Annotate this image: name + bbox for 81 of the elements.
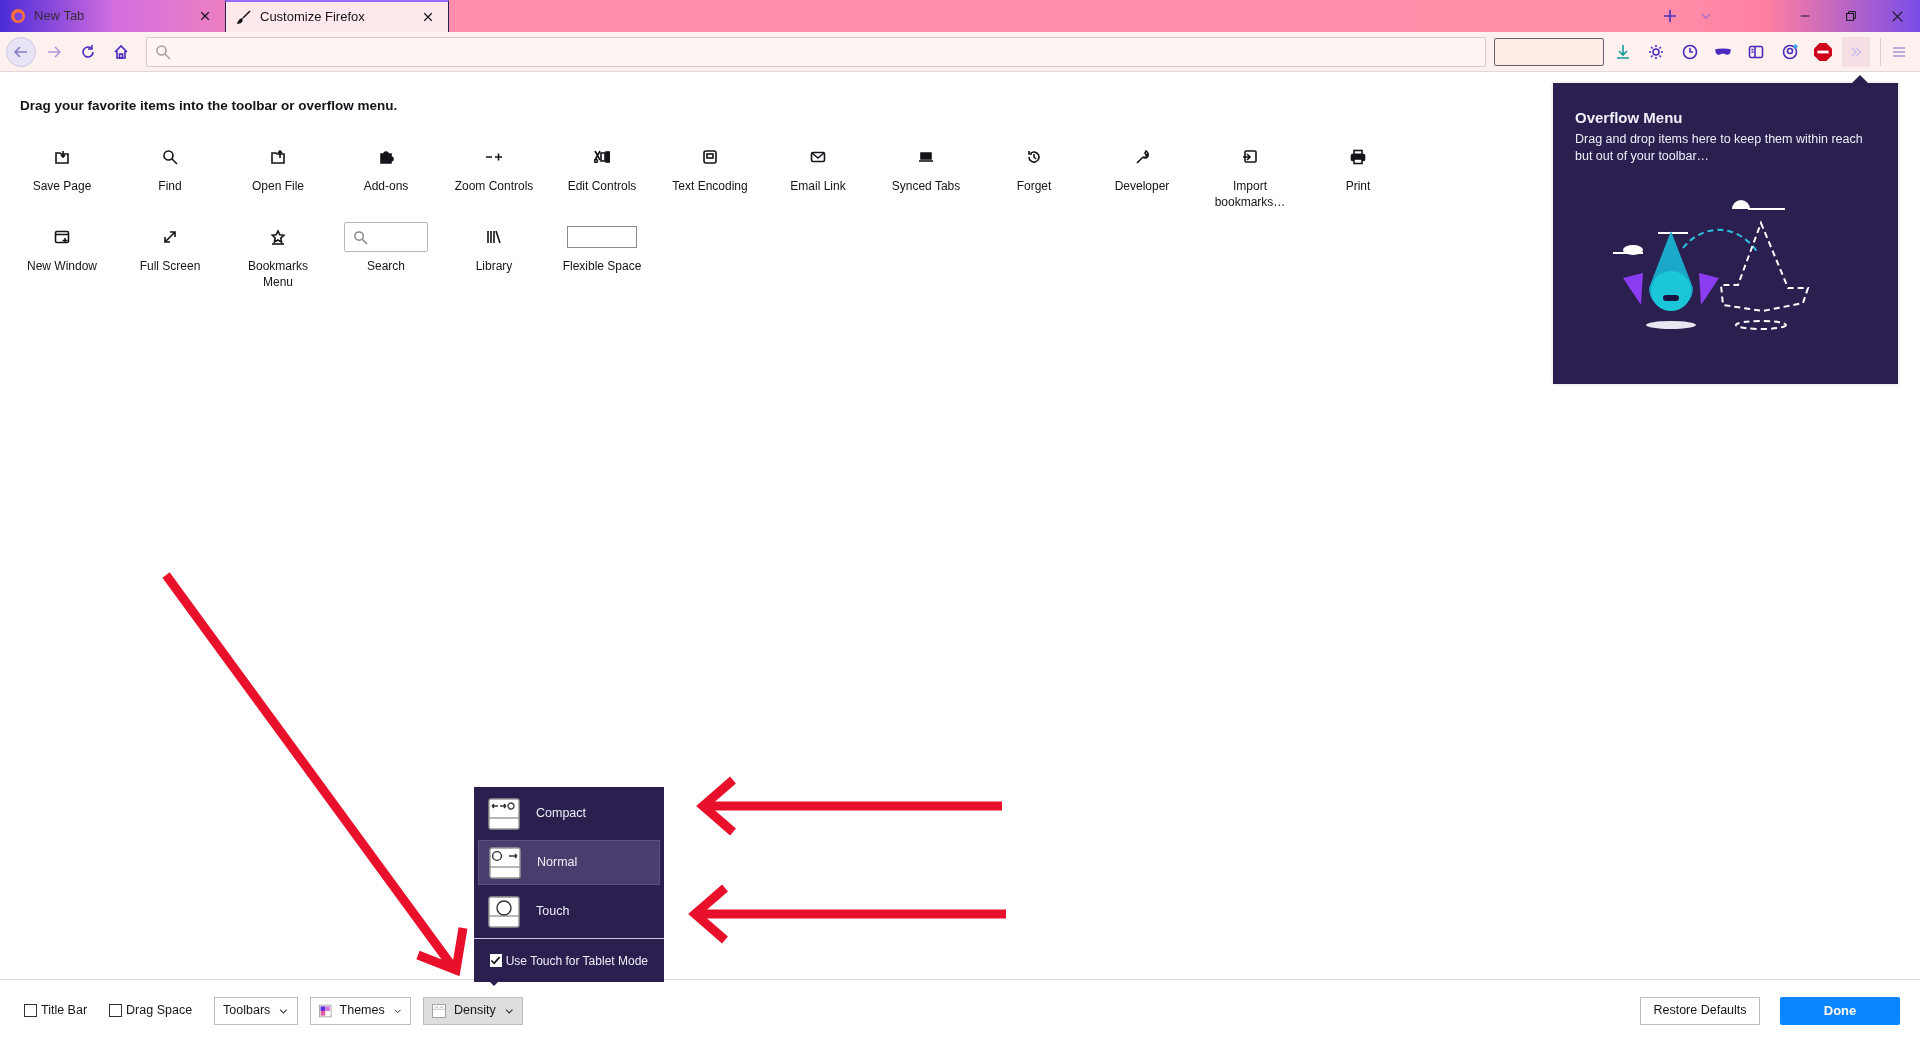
close-icon <box>1891 10 1903 22</box>
gear-icon <box>1648 43 1665 60</box>
checkbox[interactable] <box>24 1004 37 1017</box>
flexible-space-box <box>567 226 637 248</box>
palette-item-label[interactable]: Developer <box>1114 178 1170 194</box>
text-encoding-icon <box>702 149 718 165</box>
save-page-icon <box>54 149 70 165</box>
tab-title: New Tab <box>34 7 86 26</box>
search-icon <box>353 229 368 245</box>
palette-item-label[interactable]: Find <box>158 178 182 194</box>
checkbox[interactable] <box>490 954 502 967</box>
done-button[interactable]: Done <box>1780 996 1900 1025</box>
search-icon <box>162 149 178 165</box>
restore-defaults-button[interactable]: Restore Defaults <box>1640 996 1760 1025</box>
palette-item-label[interactable]: Open File <box>252 178 304 194</box>
palette-item-label[interactable]: Search <box>367 258 405 274</box>
density-icon <box>432 1002 446 1019</box>
palette-item-label[interactable]: Flexible Space <box>562 258 642 274</box>
palette-item-label[interactable]: New Window <box>27 258 97 274</box>
palette-item-label[interactable]: Full Screen <box>139 258 201 274</box>
brush-icon <box>236 9 252 25</box>
library-icon <box>486 229 502 245</box>
history-icon <box>1026 149 1042 165</box>
density-option[interactable]: Touch <box>478 889 660 934</box>
palette-item-label[interactable]: Forget <box>1016 178 1052 194</box>
home-icon <box>113 43 130 60</box>
wrench-icon <box>1134 149 1150 165</box>
density-preview-icon <box>488 797 520 830</box>
panel-title: Overflow Menu <box>1575 108 1683 128</box>
envelope-icon <box>810 149 826 165</box>
dropdown-button[interactable]: Density <box>423 996 524 1025</box>
dropdown-button[interactable]: Themes <box>310 996 412 1025</box>
checkbox-label: Use Touch for Tablet Mode <box>505 952 648 970</box>
checkbox[interactable] <box>109 1004 123 1017</box>
search-field[interactable] <box>1493 37 1604 66</box>
palette-item-label[interactable]: Add-ons <box>363 178 409 194</box>
palette-item-label[interactable]: Email Link <box>790 178 846 194</box>
palette-item-label[interactable]: Text Encoding <box>672 178 748 194</box>
arrow-left-icon <box>12 43 29 60</box>
bookmark-star-icon <box>270 229 286 245</box>
density-option[interactable]: Normal <box>478 840 660 885</box>
stop-sign-icon <box>1814 42 1833 61</box>
themes-icon <box>319 1002 332 1019</box>
arrow-right-icon <box>46 43 63 60</box>
new-window-icon <box>54 229 70 245</box>
density-preview-icon <box>488 895 520 928</box>
palette-item-label[interactable]: Edit Controls <box>567 178 637 194</box>
puzzle-icon <box>378 149 394 165</box>
checkbox-label: Drag Space <box>126 1002 193 1020</box>
palette-item-label[interactable]: Import bookmarks… <box>1210 178 1290 210</box>
palette-item-label[interactable]: Bookmarks Menu <box>238 258 318 290</box>
laptop-icon <box>918 149 934 165</box>
density-preview-icon <box>489 846 521 879</box>
palette-item-label[interactable]: Synced Tabs <box>891 178 961 194</box>
open-file-icon <box>270 149 286 165</box>
palette-item-label[interactable]: Zoom Controls <box>454 178 534 194</box>
instruction-text: Drag your favorite items into the toolbar or overflow menu. <box>20 97 398 115</box>
reload-icon <box>79 43 96 60</box>
density-option[interactable]: Compact <box>478 791 660 836</box>
dropdown-button[interactable]: Toolbars <box>214 996 299 1025</box>
palette-item-label[interactable]: Library <box>475 258 513 274</box>
download-icon <box>1614 43 1631 60</box>
restore-window-icon <box>1846 11 1856 21</box>
palette-item-label[interactable]: Print <box>1345 178 1371 194</box>
tab-title: Customize Firefox <box>260 8 366 27</box>
cut-copy-paste-icon <box>594 149 610 165</box>
import-icon <box>1242 149 1258 165</box>
close-icon <box>199 10 211 22</box>
search-icon <box>154 43 171 60</box>
browser-logo-icon <box>10 8 26 24</box>
checkbox-label: Title Bar <box>41 1002 88 1020</box>
close-icon <box>422 11 434 23</box>
plus-icon <box>1662 8 1678 24</box>
printer-icon <box>1350 149 1366 165</box>
clock-icon <box>1681 43 1698 60</box>
expand-icon <box>162 229 178 245</box>
sidebar-icon <box>1748 43 1765 60</box>
browser-tab[interactable]: Customize Firefox <box>225 0 449 32</box>
palette-item-label[interactable]: Save Page <box>32 178 92 194</box>
account-icon <box>1781 43 1798 60</box>
panel-description: Drag and drop items here to keep them within reach but out of your toolbar… <box>1575 131 1864 165</box>
